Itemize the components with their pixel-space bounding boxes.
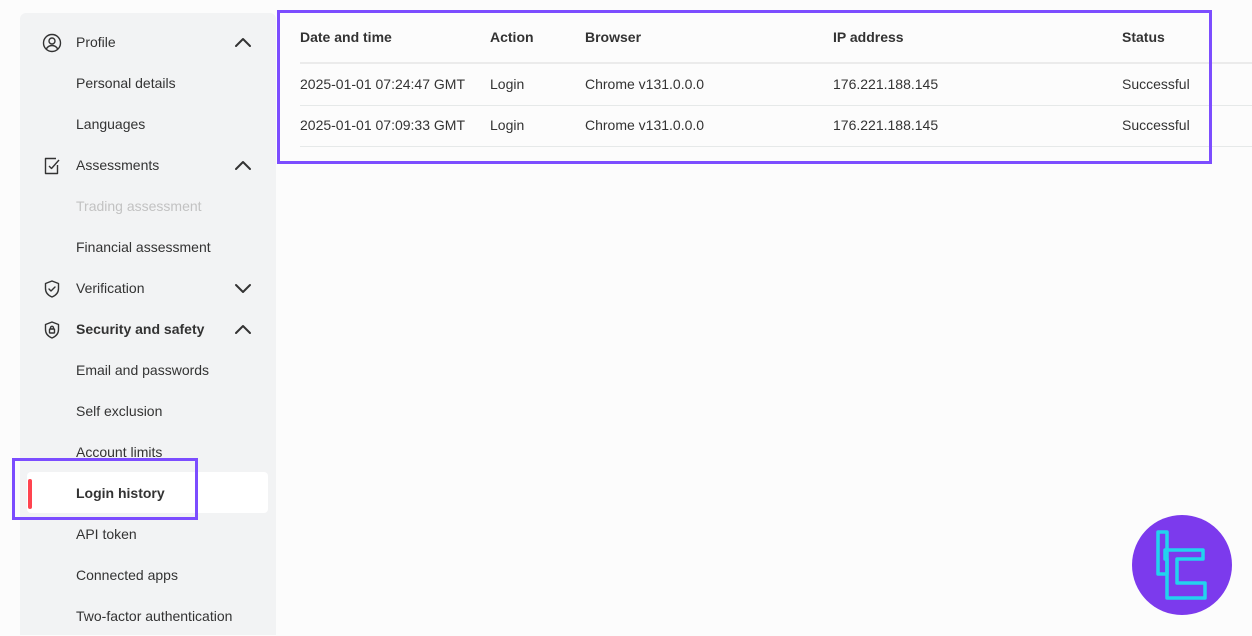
- sidebar-item-trading-assessment: Trading assessment: [20, 185, 276, 226]
- sidebar-item-account-limits[interactable]: Account limits: [20, 431, 276, 472]
- user-circle-icon: [41, 32, 63, 54]
- sidebar-item-label: Login history: [76, 484, 165, 501]
- sidebar-item-financial-assessment[interactable]: Financial assessment: [20, 226, 276, 267]
- sidebar-item-label: Profile: [76, 33, 116, 50]
- sidebar-item-label: Connected apps: [76, 566, 178, 583]
- column-header-date: Date and time: [300, 29, 392, 45]
- cell-browser: Chrome v131.0.0.0: [585, 117, 705, 133]
- column-header-ip: IP address: [833, 29, 904, 45]
- table-header: Date and time Action Browser IP address …: [278, 14, 1252, 55]
- shield-check-icon: [41, 278, 63, 300]
- clipboard-check-icon: [41, 155, 63, 177]
- sidebar-item-two-factor-authentication[interactable]: Two-factor authentication: [20, 595, 276, 636]
- sidebar-item-label: Trading assessment: [76, 197, 202, 214]
- chevron-up-icon[interactable]: [232, 33, 254, 51]
- sidebar-item-label: Self exclusion: [76, 402, 163, 419]
- sidebar-item-label: API token: [76, 525, 137, 542]
- row-divider: [300, 146, 1252, 147]
- brand-logo-icon: [1132, 515, 1232, 615]
- sidebar-item-label: Account limits: [76, 443, 163, 460]
- sidebar-item-security-and-safety[interactable]: Security and safety: [20, 308, 276, 349]
- sidebar-item-email-and-passwords[interactable]: Email and passwords: [20, 349, 276, 390]
- column-header-browser: Browser: [585, 29, 642, 45]
- sidebar-item-profile[interactable]: Profile: [20, 21, 276, 62]
- table-row: 2025-01-01 07:24:47 GMT Login Chrome v13…: [278, 64, 1252, 105]
- sidebar-item-label: Two-factor authentication: [76, 607, 233, 624]
- cell-status: Successful: [1122, 117, 1190, 133]
- chevron-up-icon[interactable]: [232, 320, 254, 338]
- sidebar-item-label: Verification: [76, 279, 145, 296]
- cell-ip: 176.221.188.145: [833, 76, 939, 92]
- sidebar-item-label: Security and safety: [76, 320, 205, 337]
- cell-date: 2025-01-01 07:24:47 GMT: [300, 76, 465, 92]
- sidebar-item-self-exclusion[interactable]: Self exclusion: [20, 390, 276, 431]
- cell-action: Login: [490, 117, 525, 133]
- sidebar-item-languages[interactable]: Languages: [20, 103, 276, 144]
- chevron-down-icon[interactable]: [232, 279, 254, 297]
- sidebar-item-connected-apps[interactable]: Connected apps: [20, 554, 276, 595]
- sidebar-item-login-history[interactable]: Login history: [20, 472, 276, 513]
- sidebar-item-api-token[interactable]: API token: [20, 513, 276, 554]
- cell-date: 2025-01-01 07:09:33 GMT: [300, 117, 465, 133]
- sidebar-item-label: Personal details: [76, 74, 176, 91]
- chevron-up-icon[interactable]: [232, 156, 254, 174]
- sidebar-item-label: Email and passwords: [76, 361, 210, 378]
- cell-status: Successful: [1122, 76, 1190, 92]
- sidebar-item-personal-details[interactable]: Personal details: [20, 62, 276, 103]
- shield-lock-icon: [41, 319, 63, 341]
- sidebar-item-label: Languages: [76, 115, 146, 132]
- settings-sidebar: Profile Personal details Languages Asses…: [20, 13, 276, 635]
- cell-browser: Chrome v131.0.0.0: [585, 76, 705, 92]
- cell-action: Login: [490, 76, 525, 92]
- column-header-status: Status: [1122, 29, 1165, 45]
- cell-ip: 176.221.188.145: [833, 117, 939, 133]
- sidebar-item-assessments[interactable]: Assessments: [20, 144, 276, 185]
- sidebar-item-label: Financial assessment: [76, 238, 211, 255]
- sidebar-item-verification[interactable]: Verification: [20, 267, 276, 308]
- column-header-action: Action: [490, 29, 534, 45]
- table-row: 2025-01-01 07:09:33 GMT Login Chrome v13…: [278, 105, 1252, 146]
- sidebar-item-label: Assessments: [76, 156, 160, 173]
